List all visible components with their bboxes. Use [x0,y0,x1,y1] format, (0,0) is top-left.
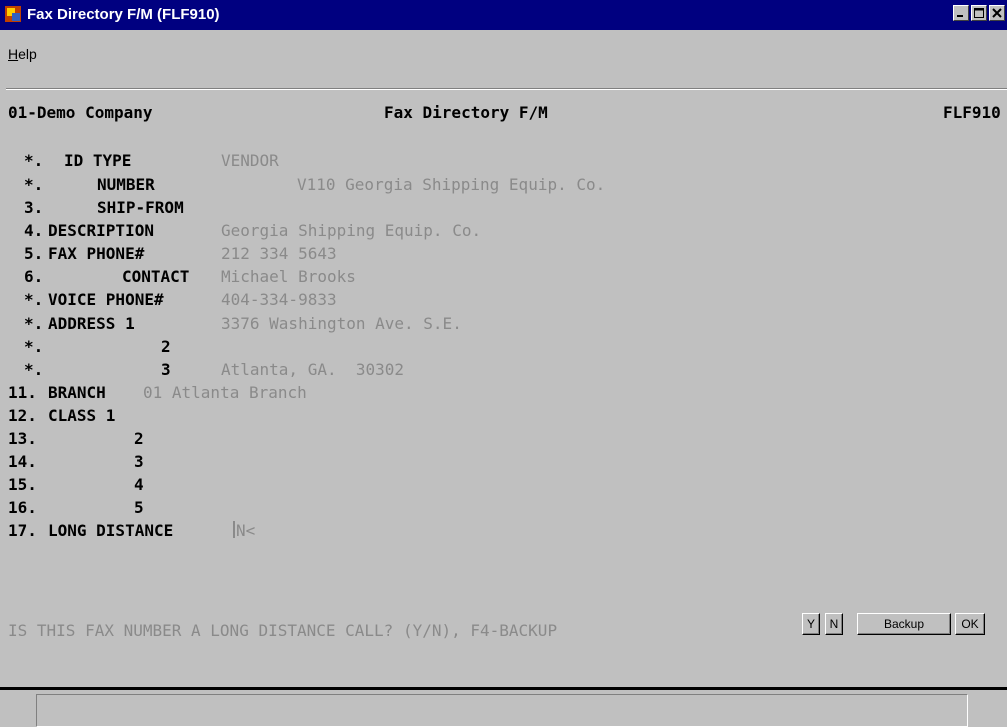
field-label-number: NUMBER [97,175,155,194]
field-value-fax-phone[interactable]: 212 334 5643 [221,245,337,263]
program-id: FLF910 [943,103,1001,122]
field-num: 13. [8,429,37,448]
field-label-voice-phone: VOICE PHONE# [48,290,164,309]
field-value-contact[interactable]: Michael Brooks [221,268,356,286]
field-label-address-1: ADDRESS 1 [48,314,135,333]
field-label-class-2: 2 [134,429,144,448]
field-label-fax-phone: FAX PHONE# [48,244,145,263]
field-num: 16. [8,498,37,517]
minimize-icon [957,15,963,17]
text-cursor [233,521,235,538]
field-label-ship-from: SHIP-FROM [97,198,184,217]
field-label-branch: BRANCH [48,383,106,402]
field-value-number[interactable]: V110 Georgia Shipping Equip. Co. [297,176,605,194]
close-button[interactable] [989,5,1005,21]
divider [0,687,1007,690]
field-num: *. [24,290,44,309]
field-num: 12. [8,406,37,425]
close-icon [992,8,1002,18]
no-button[interactable]: N [825,613,843,635]
field-value-voice-phone[interactable]: 404-334-9833 [221,291,337,309]
field-num: 17. [8,521,37,540]
yes-button[interactable]: Y [802,613,820,635]
field-value-description[interactable]: Georgia Shipping Equip. Co. [221,222,481,240]
field-num: 11. [8,383,37,402]
field-label-long-distance: LONG DISTANCE [48,521,174,540]
field-label-id-type: ID TYPE [64,151,132,170]
field-num: 5. [24,244,44,263]
minimize-button[interactable] [953,5,969,21]
field-num: *. [24,151,44,170]
field-num: 6. [24,267,44,286]
field-label-class-3: 3 [134,452,144,471]
field-num: 4. [24,221,44,240]
title-bar: Fax Directory F/M (FLF910) [0,0,1007,30]
menu-bar: Help [0,30,1007,70]
field-label-class-5: 5 [134,498,144,517]
menu-help[interactable]: Help [8,46,37,62]
field-value-address-1[interactable]: 3376 Washington Ave. S.E. [221,315,462,333]
company-name: 01-Demo Company [8,103,153,122]
field-label-address-3: 3 [161,360,171,379]
field-label-class-4: 4 [134,475,144,494]
status-bar [36,694,968,727]
field-num: *. [24,314,44,333]
field-label-contact: CONTACT [122,267,190,286]
ok-button[interactable]: OK [955,613,985,635]
maximize-icon [974,8,984,18]
field-num: *. [24,337,44,356]
window-title: Fax Directory F/M (FLF910) [27,6,220,23]
maximize-button[interactable] [971,5,987,21]
field-num: *. [24,175,44,194]
divider [6,89,1007,90]
field-value-long-distance[interactable]: N< [236,522,255,540]
prompt-text: IS THIS FAX NUMBER A LONG DISTANCE CALL?… [8,621,558,640]
field-label-description: DESCRIPTION [48,221,154,240]
field-label-address-2: 2 [161,337,171,356]
app-icon[interactable] [5,6,21,22]
screen-title: Fax Directory F/M [384,103,548,122]
field-num: 15. [8,475,37,494]
backup-button[interactable]: Backup [857,613,951,635]
field-value-id-type[interactable]: VENDOR [221,152,279,170]
field-value-branch[interactable]: 01 Atlanta Branch [143,384,307,402]
field-num: 3. [24,198,44,217]
field-num: *. [24,360,44,379]
field-value-address-3[interactable]: Atlanta, GA. 30302 [221,361,404,379]
field-label-class-1: CLASS 1 [48,406,116,425]
field-num: 14. [8,452,37,471]
